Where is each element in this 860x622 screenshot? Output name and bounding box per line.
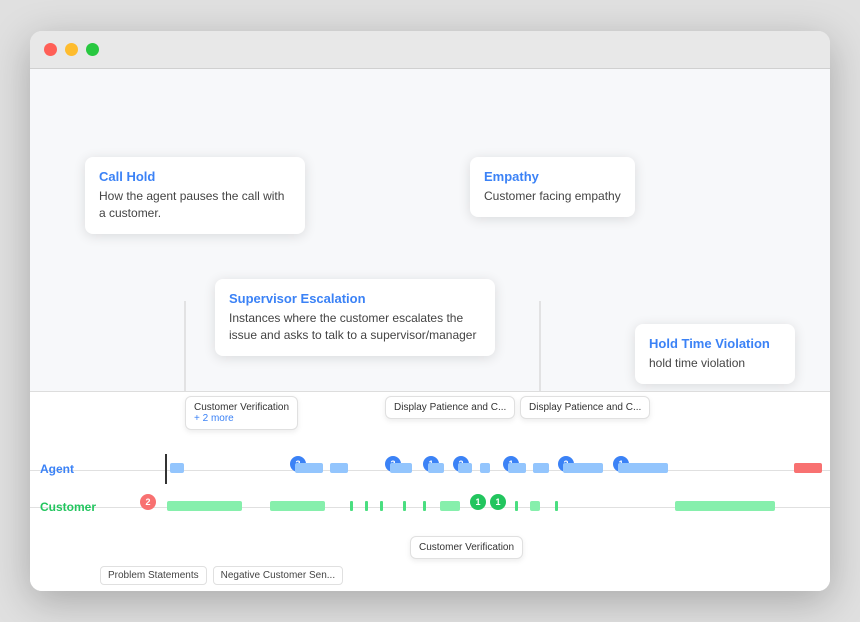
customer-bar-4: [530, 501, 540, 511]
popup-customer-verification: Customer Verification + 2 more: [185, 396, 298, 430]
agent-bar-8: [508, 463, 526, 473]
supervisor-card: Supervisor Escalation Instances where th…: [215, 279, 495, 356]
maximize-button[interactable]: [86, 43, 99, 56]
agent-bar-2: [295, 463, 323, 473]
timeline-area: Customer Verification + 2 more Display P…: [30, 391, 830, 591]
customer-bar-1: [167, 501, 242, 511]
agent-bar-red: [794, 463, 822, 473]
agent-label: Agent: [30, 462, 95, 476]
agent-bar-4: [390, 463, 412, 473]
label-negative-customer: Negative Customer Sen...: [213, 566, 344, 585]
agent-start-line: [165, 454, 167, 484]
popup-dp2-text: Display Patience and C...: [529, 402, 641, 413]
app-window: Call Hold How the agent pauses the call …: [30, 31, 830, 591]
agent-bar-10: [563, 463, 603, 473]
customer-tick-4: [403, 501, 406, 511]
agent-bar-9: [533, 463, 549, 473]
customer-label: Customer: [30, 500, 95, 514]
hold-violation-card: Hold Time Violation hold time violation: [635, 324, 795, 384]
hold-violation-body: hold time violation: [649, 355, 781, 372]
close-button[interactable]: [44, 43, 57, 56]
supervisor-body: Instances where the customer escalates t…: [229, 310, 481, 344]
popup-display-patience-1: Display Patience and C...: [385, 396, 515, 419]
call-hold-title: Call Hold: [99, 169, 291, 184]
agent-bar-6: [458, 463, 472, 473]
customer-tick-3: [380, 501, 383, 511]
agent-bar-5: [428, 463, 444, 473]
label-problem-statements: Problem Statements: [100, 566, 207, 585]
call-hold-card: Call Hold How the agent pauses the call …: [85, 157, 305, 234]
customer-tick-5: [423, 501, 426, 511]
popup-cv2-text: Customer Verification: [419, 542, 514, 553]
popup-display-patience-2: Display Patience and C...: [520, 396, 650, 419]
agent-track: 3 3 1 2 1: [95, 454, 830, 484]
popup-dp1-text: Display Patience and C...: [394, 402, 506, 413]
hold-violation-title: Hold Time Violation: [649, 336, 781, 351]
supervisor-title: Supervisor Escalation: [229, 291, 481, 306]
titlebar: [30, 31, 830, 69]
popup-cv-text: Customer Verification: [194, 402, 289, 413]
timeline-inner: Customer Verification + 2 more Display P…: [30, 392, 830, 591]
popup-customer-verification-2: Customer Verification: [410, 536, 523, 559]
badge-1-customer-green-1: 1: [470, 494, 486, 510]
agent-bar-3: [330, 463, 348, 473]
empathy-body: Customer facing empathy: [484, 188, 621, 205]
agent-bar-11: [618, 463, 668, 473]
badge-2-customer-red: 2: [140, 494, 156, 510]
badge-1-customer-green-2: 1: [490, 494, 506, 510]
agent-bar-1: [170, 463, 184, 473]
customer-bar-5: [675, 501, 775, 511]
customer-tick-7: [555, 501, 558, 511]
empathy-title: Empathy: [484, 169, 621, 184]
customer-tick-1: [350, 501, 353, 511]
customer-tick-6: [515, 501, 518, 511]
popup-plus: + 2 more: [194, 413, 289, 424]
minimize-button[interactable]: [65, 43, 78, 56]
agent-bar-7: [480, 463, 490, 473]
bottom-labels: Problem Statements Negative Customer Sen…: [95, 562, 830, 591]
customer-bar-3: [440, 501, 460, 511]
customer-tick-2: [365, 501, 368, 511]
customer-track: 2 1 1: [95, 492, 830, 522]
customer-bar-2: [270, 501, 325, 511]
call-hold-body: How the agent pauses the call with a cus…: [99, 188, 291, 222]
main-content: Call Hold How the agent pauses the call …: [30, 69, 830, 591]
empathy-card: Empathy Customer facing empathy: [470, 157, 635, 217]
